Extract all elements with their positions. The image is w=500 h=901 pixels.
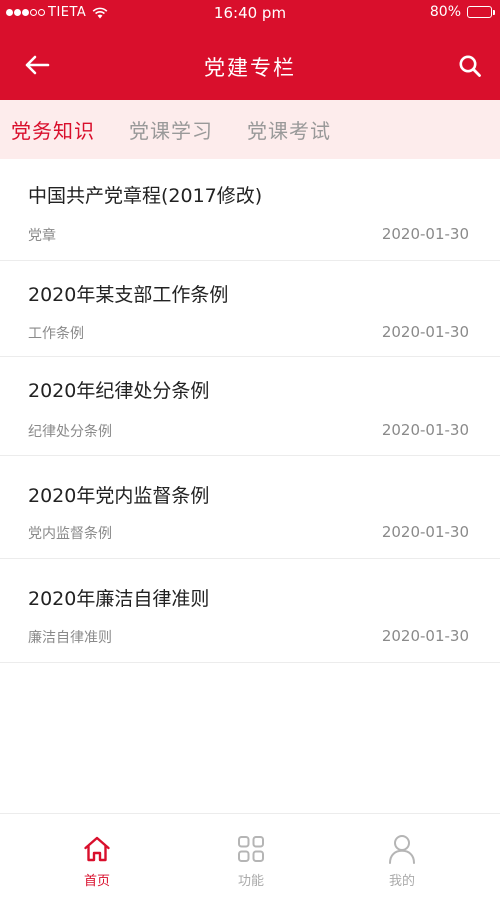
article-date: 2020-01-30 [381, 323, 469, 341]
app-header: TIETA 16:40 pm 80% 党建专栏 [0, 0, 500, 100]
article-title: 2020年廉洁自律准则 [28, 588, 210, 610]
article-title: 2020年纪律处分条例 [28, 380, 210, 402]
tab-functions-label: 功能 [237, 874, 264, 889]
article-category: 工作条例 [28, 326, 84, 342]
battery-status: 80% [429, 4, 495, 20]
user-icon [389, 835, 415, 864]
article-title: 2020年某支部工作条例 [28, 284, 229, 306]
nav-bar: 党建专栏 [0, 30, 500, 100]
battery-icon [467, 6, 495, 18]
article-title: 中国共产党章程(2017修改) [28, 185, 263, 207]
battery-percent: 80% [429, 4, 461, 20]
list-item[interactable]: 2020年廉洁自律准则 廉洁自律准则 2020-01-30 [0, 559, 500, 663]
list-item[interactable]: 2020年党内监督条例 党内监督条例 2020-01-30 [0, 456, 500, 559]
article-category: 纪律处分条例 [28, 424, 112, 440]
article-category: 党内监督条例 [28, 526, 112, 542]
tab-party-exam[interactable]: 党课考试 [247, 115, 331, 144]
home-icon [84, 836, 110, 862]
bottom-tab-bar: 首页 功能 我的 [0, 813, 500, 901]
article-list: 中国共产党章程(2017修改) 党章 2020-01-30 2020年某支部工作… [0, 159, 500, 663]
list-item[interactable]: 中国共产党章程(2017修改) 党章 2020-01-30 [0, 159, 500, 261]
article-date: 2020-01-30 [381, 523, 469, 541]
tab-profile[interactable]: 我的 [362, 832, 442, 889]
tab-home[interactable]: 首页 [57, 832, 137, 889]
tab-party-lessons[interactable]: 党课学习 [129, 115, 213, 144]
category-tabs: 党务知识 党课学习 党课考试 [0, 100, 500, 159]
status-time: 16:40 pm [213, 4, 287, 22]
article-category: 廉洁自律准则 [28, 630, 112, 646]
article-category: 党章 [28, 228, 56, 244]
search-icon [459, 55, 481, 77]
list-item[interactable]: 2020年某支部工作条例 工作条例 2020-01-30 [0, 261, 500, 357]
list-item[interactable]: 2020年纪律处分条例 纪律处分条例 2020-01-30 [0, 357, 500, 456]
tab-profile-label: 我的 [388, 874, 415, 889]
tab-home-label: 首页 [83, 874, 110, 889]
article-title: 2020年党内监督条例 [28, 485, 210, 507]
article-date: 2020-01-30 [381, 627, 469, 645]
tab-party-affairs[interactable]: 党务知识 [11, 115, 95, 144]
status-bar: TIETA 16:40 pm 80% [0, 0, 500, 26]
search-button[interactable] [454, 50, 486, 82]
page-title: 党建专栏 [204, 56, 296, 80]
article-date: 2020-01-30 [381, 421, 469, 439]
grid-icon [238, 836, 264, 862]
article-date: 2020-01-30 [381, 225, 469, 243]
tab-functions[interactable]: 功能 [211, 832, 291, 889]
